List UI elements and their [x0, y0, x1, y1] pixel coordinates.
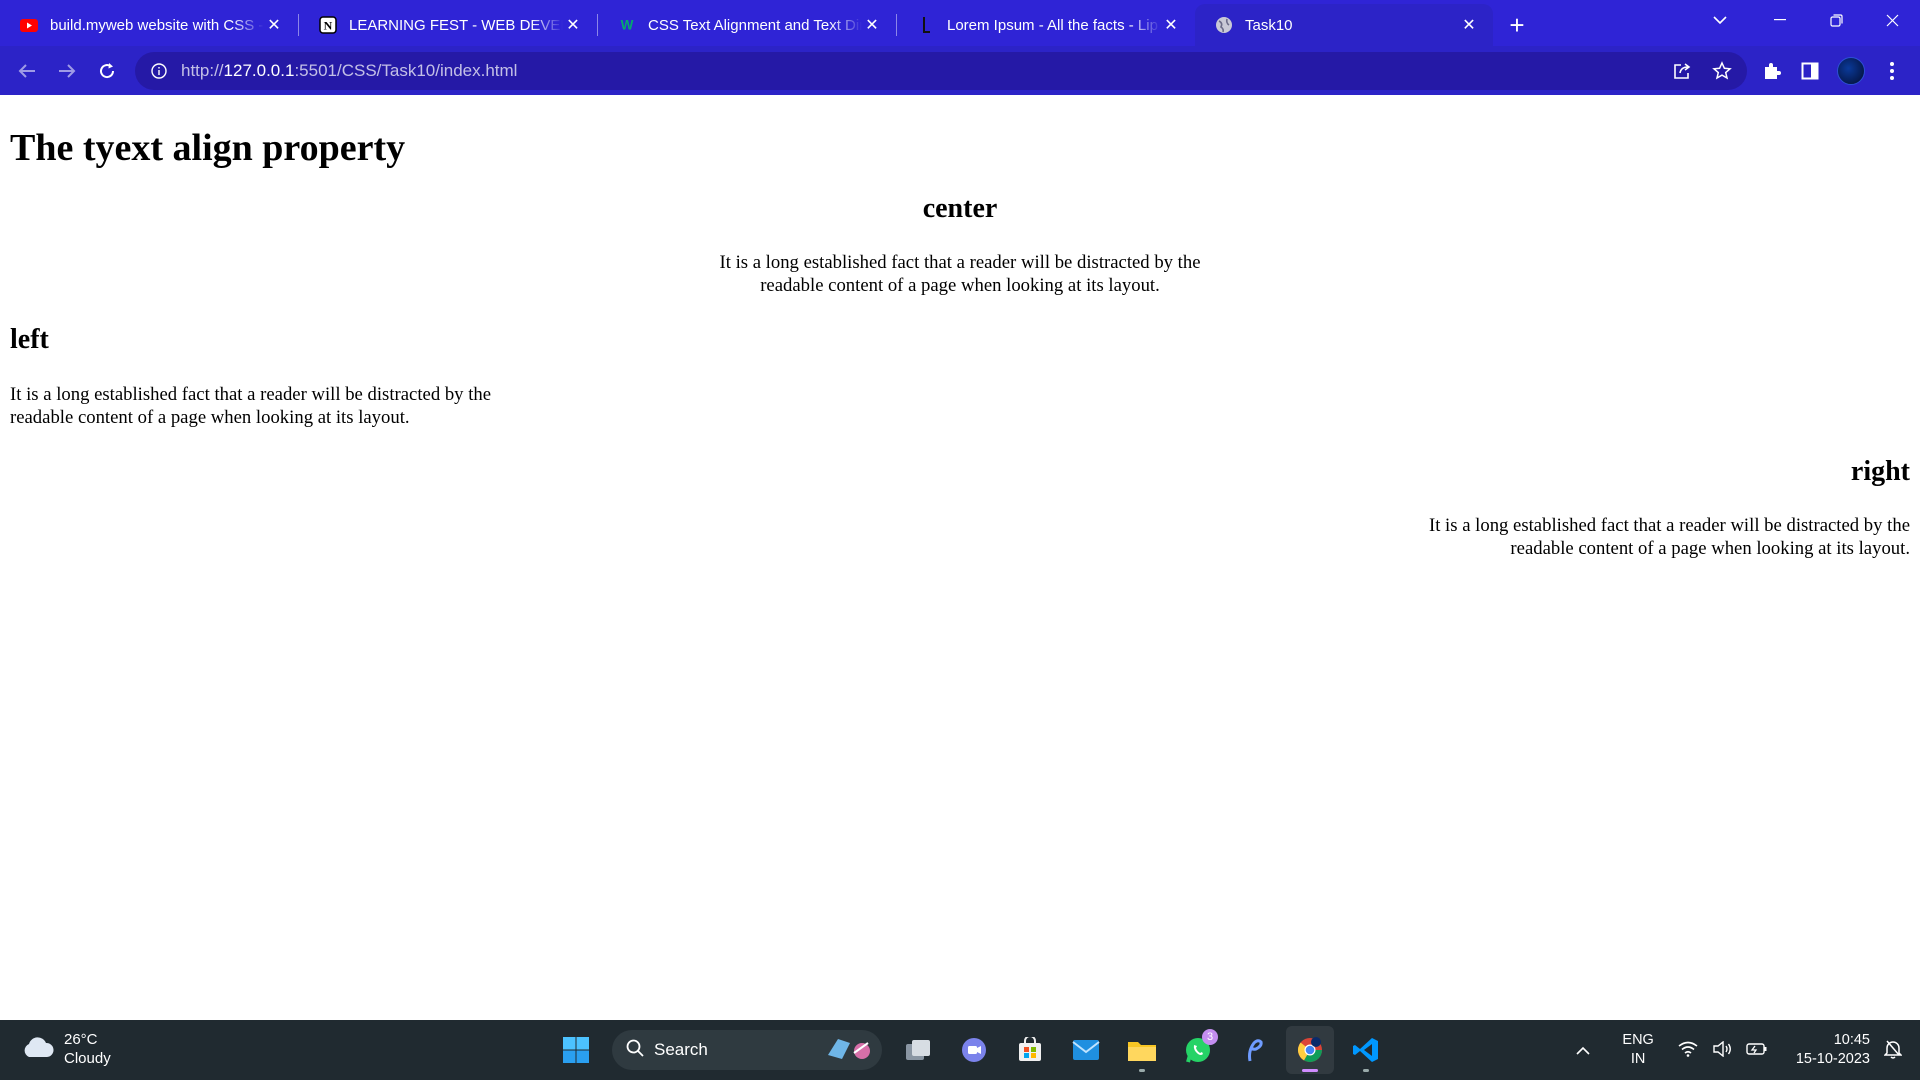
menu-kebab-icon[interactable]: [1881, 60, 1903, 82]
url-host: 127.0.0.1: [223, 60, 295, 80]
teams-chat-icon[interactable]: [950, 1026, 998, 1074]
chevron-up-icon[interactable]: [1576, 1042, 1590, 1058]
new-tab-button[interactable]: +: [1497, 6, 1537, 44]
web-page: The tyext align property center It is a …: [0, 95, 1920, 1020]
weather-widget[interactable]: 26°C Cloudy: [20, 1030, 111, 1068]
running-indicator: [1302, 1069, 1318, 1072]
right-section: right It is a long established fact that…: [10, 455, 1910, 561]
tab-youtube[interactable]: build.myweb website with CSS - ✕: [0, 6, 298, 44]
close-window-icon[interactable]: [1864, 0, 1920, 40]
center-paragraph: It is a long established fact that a rea…: [719, 252, 1201, 297]
language-indicator[interactable]: ENG IN: [1622, 1031, 1653, 1069]
forward-arrow-icon[interactable]: [47, 51, 87, 91]
vscode-icon[interactable]: [1342, 1026, 1390, 1074]
center-heading: center: [922, 192, 998, 224]
taskbar-search[interactable]: Search: [612, 1030, 882, 1070]
profile-avatar[interactable]: [1837, 56, 1865, 85]
tab-title: CSS Text Alignment and Text Dir: [648, 16, 862, 34]
left-heading: left: [10, 324, 49, 356]
reload-icon[interactable]: [87, 51, 127, 91]
wifi-icon[interactable]: [1678, 1041, 1698, 1060]
tab-task10[interactable]: Task10 ✕: [1195, 4, 1493, 46]
weather-desc: Cloudy: [64, 1050, 111, 1067]
lipsum-icon: [917, 16, 935, 34]
globe-icon: [1215, 16, 1233, 34]
clock-date: 15-10-2023: [1795, 1051, 1870, 1067]
info-icon[interactable]: [149, 61, 169, 81]
browser-toolbar: http://127.0.0.1:5501/CSS/Task10/index.h…: [0, 46, 1920, 95]
clock[interactable]: 10:45 15-10-2023: [1796, 1031, 1870, 1069]
running-indicator: [1363, 1069, 1369, 1072]
taskbar: 26°C Cloudy Search 3 ENG IN 10:45 15-10-…: [0, 1020, 1920, 1080]
left-paragraph: It is a long established fact that a rea…: [10, 383, 492, 428]
url-path: :5501/CSS/Task10/index.html: [294, 60, 518, 80]
youtube-icon: [20, 16, 38, 34]
w3schools-icon: W: [618, 16, 636, 34]
chrome-icon[interactable]: [1286, 1026, 1334, 1074]
battery-icon[interactable]: [1746, 1041, 1768, 1060]
minimize-icon[interactable]: [1752, 0, 1808, 40]
right-heading: right: [1850, 455, 1910, 487]
tab-title: Task10: [1245, 16, 1293, 34]
url-scheme: http://: [181, 60, 224, 80]
tab-strip: build.myweb website with CSS - ✕ N LEARN…: [0, 0, 1920, 46]
search-label: Search: [654, 1040, 708, 1059]
center-section: center It is a long established fact tha…: [10, 192, 1910, 298]
tab-title: LEARNING FEST - WEB DEVELOPER: [349, 16, 563, 34]
address-bar[interactable]: http://127.0.0.1:5501/CSS/Task10/index.h…: [135, 51, 1747, 90]
clock-time: 10:45: [1833, 1032, 1870, 1048]
share-icon[interactable]: [1671, 60, 1693, 82]
close-icon[interactable]: ✕: [1459, 15, 1479, 35]
extensions-puzzle-icon[interactable]: [1761, 60, 1783, 82]
volume-icon[interactable]: [1712, 1040, 1732, 1060]
pen-app-icon[interactable]: [1230, 1026, 1278, 1074]
notifications-bell-icon[interactable]: [1883, 1039, 1903, 1062]
url-text: http://127.0.0.1:5501/CSS/Task10/index.h…: [181, 61, 517, 81]
close-icon[interactable]: ✕: [862, 15, 882, 35]
right-paragraph: It is a long established fact that a rea…: [1428, 515, 1910, 560]
microsoft-store-icon[interactable]: [1006, 1026, 1054, 1074]
left-section: left It is a long established fact that …: [10, 323, 1910, 429]
side-panel-icon[interactable]: [1799, 60, 1821, 82]
notion-icon: N: [319, 16, 337, 34]
tab-title: Lorem Ipsum - All the facts - Lip: [947, 16, 1158, 34]
running-indicator: [1139, 1069, 1145, 1072]
window-controls: [1752, 0, 1920, 40]
whatsapp-icon[interactable]: 3: [1174, 1026, 1222, 1074]
tab-lipsum[interactable]: Lorem Ipsum - All the facts - Lip ✕: [897, 6, 1195, 44]
task-view-icon[interactable]: [894, 1026, 942, 1074]
search-highlight-icon: [824, 1035, 874, 1066]
back-arrow-icon[interactable]: [7, 51, 47, 91]
notification-badge: 3: [1202, 1029, 1218, 1045]
close-icon[interactable]: ✕: [563, 15, 583, 35]
chevron-down-icon[interactable]: [1706, 8, 1734, 32]
close-icon[interactable]: ✕: [1161, 15, 1181, 35]
mail-icon[interactable]: [1062, 1026, 1110, 1074]
svg-text:N: N: [324, 19, 333, 33]
tab-w3schools[interactable]: W CSS Text Alignment and Text Dir ✕: [598, 6, 896, 44]
star-bookmark-icon[interactable]: [1711, 60, 1733, 82]
windows-start-icon[interactable]: [552, 1026, 600, 1074]
taskbar-apps: Search 3: [552, 1026, 1390, 1074]
tab-title: build.myweb website with CSS -: [50, 16, 264, 34]
system-tray: ENG IN 10:45 15-10-2023: [1576, 1020, 1903, 1080]
restore-icon[interactable]: [1808, 0, 1864, 40]
page-title: The tyext align property: [10, 127, 406, 169]
cloud-icon: [20, 1035, 54, 1064]
language-code: ENG: [1622, 1032, 1654, 1048]
svg-text:W: W: [621, 18, 634, 33]
search-icon: [626, 1039, 644, 1062]
tab-notion[interactable]: N LEARNING FEST - WEB DEVELOPER ✕: [299, 6, 597, 44]
file-explorer-icon[interactable]: [1118, 1026, 1166, 1074]
weather-temp: 26°C: [64, 1031, 98, 1048]
region-code: IN: [1630, 1051, 1646, 1067]
close-icon[interactable]: ✕: [264, 15, 284, 35]
